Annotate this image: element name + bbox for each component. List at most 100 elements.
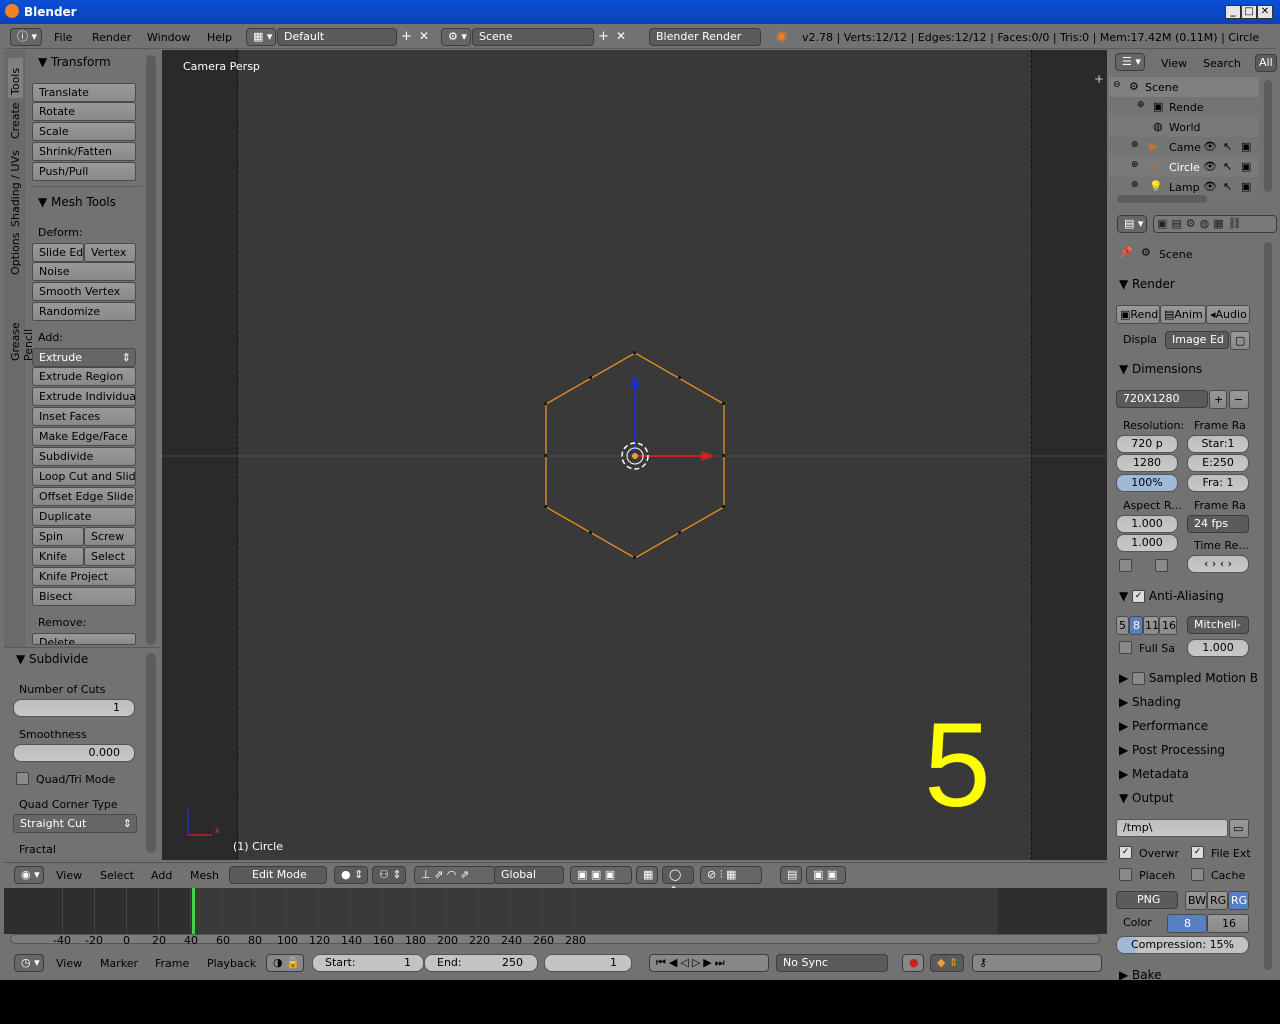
extrude-individual-button[interactable]: Extrude Individual <box>32 387 136 406</box>
add-layout-icon[interactable]: + <box>401 29 412 44</box>
resolution-y-field[interactable]: 1280 <box>1116 454 1178 472</box>
shading-panel-header[interactable]: ▶ Shading <box>1119 695 1181 709</box>
render-icons[interactable]: ▣ ▣ <box>806 866 846 884</box>
duplicate-button[interactable]: Duplicate <box>32 507 136 526</box>
lock-interface-icon[interactable]: ▢ <box>1230 331 1250 350</box>
scale-button[interactable]: Scale <box>32 122 136 141</box>
frame-start-field[interactable]: Star:1 <box>1187 435 1249 453</box>
eye-icon[interactable]: 👁 <box>1203 160 1217 173</box>
menu-render[interactable]: Render <box>92 31 131 44</box>
antialiasing-panel-header[interactable]: ▼ ✓ Anti-Aliasing <box>1119 589 1224 603</box>
keying-icons[interactable]: ◑ 🔒 <box>266 954 304 972</box>
border-checkbox[interactable] <box>1119 559 1132 572</box>
menu-help[interactable]: Help <box>207 31 232 44</box>
output-path-field[interactable]: /tmp\ <box>1116 819 1228 837</box>
eye-icon[interactable]: 👁 <box>1203 180 1217 193</box>
playback-controls[interactable]: ⏮◀◁▷▶⏭ <box>649 954 769 972</box>
vertex-slide-button[interactable]: Vertex <box>84 243 136 262</box>
slide-edge-button[interactable]: Slide Ed <box>32 243 84 262</box>
render-preset-select[interactable]: 720X1280 <box>1116 390 1208 408</box>
maximize-button[interactable]: □ <box>1241 5 1257 19</box>
timeline-menu-view[interactable]: View <box>56 957 82 970</box>
record-icon[interactable]: ● <box>902 954 924 972</box>
post-processing-panel-header[interactable]: ▶ Post Processing <box>1119 743 1225 757</box>
menu-mesh[interactable]: Mesh <box>190 869 219 882</box>
extrude-region-button[interactable]: Extrude Region <box>32 367 136 386</box>
knife-select-button[interactable]: Select <box>84 547 136 566</box>
editor-type-info-icon[interactable]: ⓘ ▾ <box>10 28 42 46</box>
inset-faces-button[interactable]: Inset Faces <box>32 407 136 426</box>
aa-samples-16[interactable]: 16 <box>1159 616 1177 635</box>
delete-select[interactable]: Delete <box>32 633 136 645</box>
add-scene-icon[interactable]: + <box>598 29 609 44</box>
orientation-select[interactable]: Global <box>494 866 564 884</box>
tab-tools[interactable]: Tools <box>8 58 23 98</box>
bisect-button[interactable]: Bisect <box>32 587 136 606</box>
overwrite-checkbox[interactable]: ✓ <box>1119 846 1132 859</box>
subdivide-button[interactable]: Subdivide <box>32 447 136 466</box>
aa-samples-8[interactable]: 8 <box>1129 616 1143 635</box>
select-mode-icons[interactable]: ▣ ▣ ▣ <box>570 866 632 884</box>
editor-type-3d-icon[interactable]: ◉ ▾ <box>14 866 44 884</box>
outliner-row-camera[interactable]: ⊕ ▶ Came 👁 ↖ ▣ <box>1109 137 1259 157</box>
keyframe-type-icon[interactable]: ◆ ⇕ <box>930 954 964 972</box>
menu-view[interactable]: View <box>56 869 82 882</box>
motion-blur-checkbox[interactable] <box>1132 672 1146 685</box>
display-select[interactable]: Image Ed <box>1165 331 1229 349</box>
outliner-row-render[interactable]: ⊕ ▣ Rende <box>1109 97 1259 117</box>
cursor-select-icon[interactable]: ↖ <box>1223 140 1232 153</box>
menu-window[interactable]: Window <box>147 31 190 44</box>
antialiasing-checkbox[interactable]: ✓ <box>1132 590 1146 603</box>
render-camera-icon[interactable]: ▣ <box>1241 140 1251 153</box>
collapse-icon[interactable]: ⊖ <box>1113 80 1121 90</box>
crop-checkbox[interactable] <box>1155 559 1168 572</box>
scene-icon[interactable]: ⚙ ▾ <box>441 28 471 46</box>
aspect-x-field[interactable]: 1.000 <box>1116 515 1178 533</box>
resolution-percent-field[interactable]: 100% <box>1116 474 1178 492</box>
remove-scene-icon[interactable]: ✕ <box>616 29 626 43</box>
subdivide-panel-header[interactable]: ▼ Subdivide <box>16 652 88 666</box>
aa-samples-11[interactable]: 11 <box>1143 616 1159 635</box>
editor-type-timeline-icon[interactable]: ◷ ▾ <box>14 954 44 972</box>
3d-viewport[interactable]: Camera Persp + x (1) Circle 5 <box>162 50 1107 860</box>
eye-icon[interactable]: 👁 <box>1203 140 1217 153</box>
remove-preset-icon[interactable]: − <box>1229 390 1249 409</box>
render-engine-select[interactable]: Blender Render <box>649 28 761 46</box>
shrink-fatten-button[interactable]: Shrink/Fatten <box>32 142 136 161</box>
snap-icons[interactable]: ⊘ ⫶ ▦ <box>700 866 762 884</box>
pivot-select-icon[interactable]: ⚇ ⇕ <box>372 866 406 884</box>
translate-button[interactable]: Translate <box>32 83 136 102</box>
minimize-button[interactable]: _ <box>1225 5 1241 19</box>
folder-icon[interactable]: ▭ <box>1229 819 1249 838</box>
outliner-scrollbar[interactable] <box>1264 80 1272 192</box>
close-button[interactable]: ✕ <box>1257 5 1273 19</box>
remove-layout-icon[interactable]: ✕ <box>419 29 429 43</box>
keying-set-icon[interactable]: ⚷ <box>972 954 1102 972</box>
editor-type-properties-icon[interactable]: ▤ ▾ <box>1117 215 1147 233</box>
render-camera-icon[interactable]: ▣ <box>1241 160 1251 173</box>
current-frame-marker[interactable] <box>192 888 195 934</box>
tab-options[interactable]: Options <box>8 233 23 278</box>
menu-add[interactable]: Add <box>151 869 172 882</box>
mode-select[interactable]: Edit Mode <box>229 866 327 884</box>
mesh-tools-panel-header[interactable]: ▼ Mesh Tools <box>38 195 116 209</box>
render-audio-button[interactable]: ◂Audio <box>1206 305 1250 324</box>
layout-field[interactable]: Default <box>277 28 397 46</box>
noise-button[interactable]: Noise <box>32 262 136 281</box>
color-depth-16[interactable]: 16 <box>1207 914 1249 933</box>
smoothness-field[interactable]: 0.000 <box>13 744 135 762</box>
outliner-row-world[interactable]: ◍ World <box>1109 117 1259 137</box>
spin-button[interactable]: Spin <box>32 527 84 546</box>
cursor-select-icon[interactable]: ↖ <box>1223 160 1232 173</box>
placeholders-checkbox[interactable] <box>1119 868 1132 881</box>
timeline-scrollbar[interactable] <box>10 934 1100 944</box>
outliner-filter-select[interactable]: All <box>1255 54 1277 72</box>
corner-type-select[interactable]: Straight Cut ⇕ <box>13 814 137 833</box>
render-camera-icon[interactable]: ▣ <box>1241 180 1251 193</box>
outliner-hscrollbar[interactable] <box>1117 195 1207 203</box>
outliner-row-scene[interactable]: ⊖ ⚙ Scene <box>1109 77 1259 97</box>
layout-icon[interactable]: ▦ ▾ <box>246 28 276 46</box>
expand-icon[interactable]: ⊕ <box>1137 100 1145 110</box>
timeline-menu-marker[interactable]: Marker <box>100 957 138 970</box>
render-still-button[interactable]: ▣Rend <box>1116 305 1160 324</box>
